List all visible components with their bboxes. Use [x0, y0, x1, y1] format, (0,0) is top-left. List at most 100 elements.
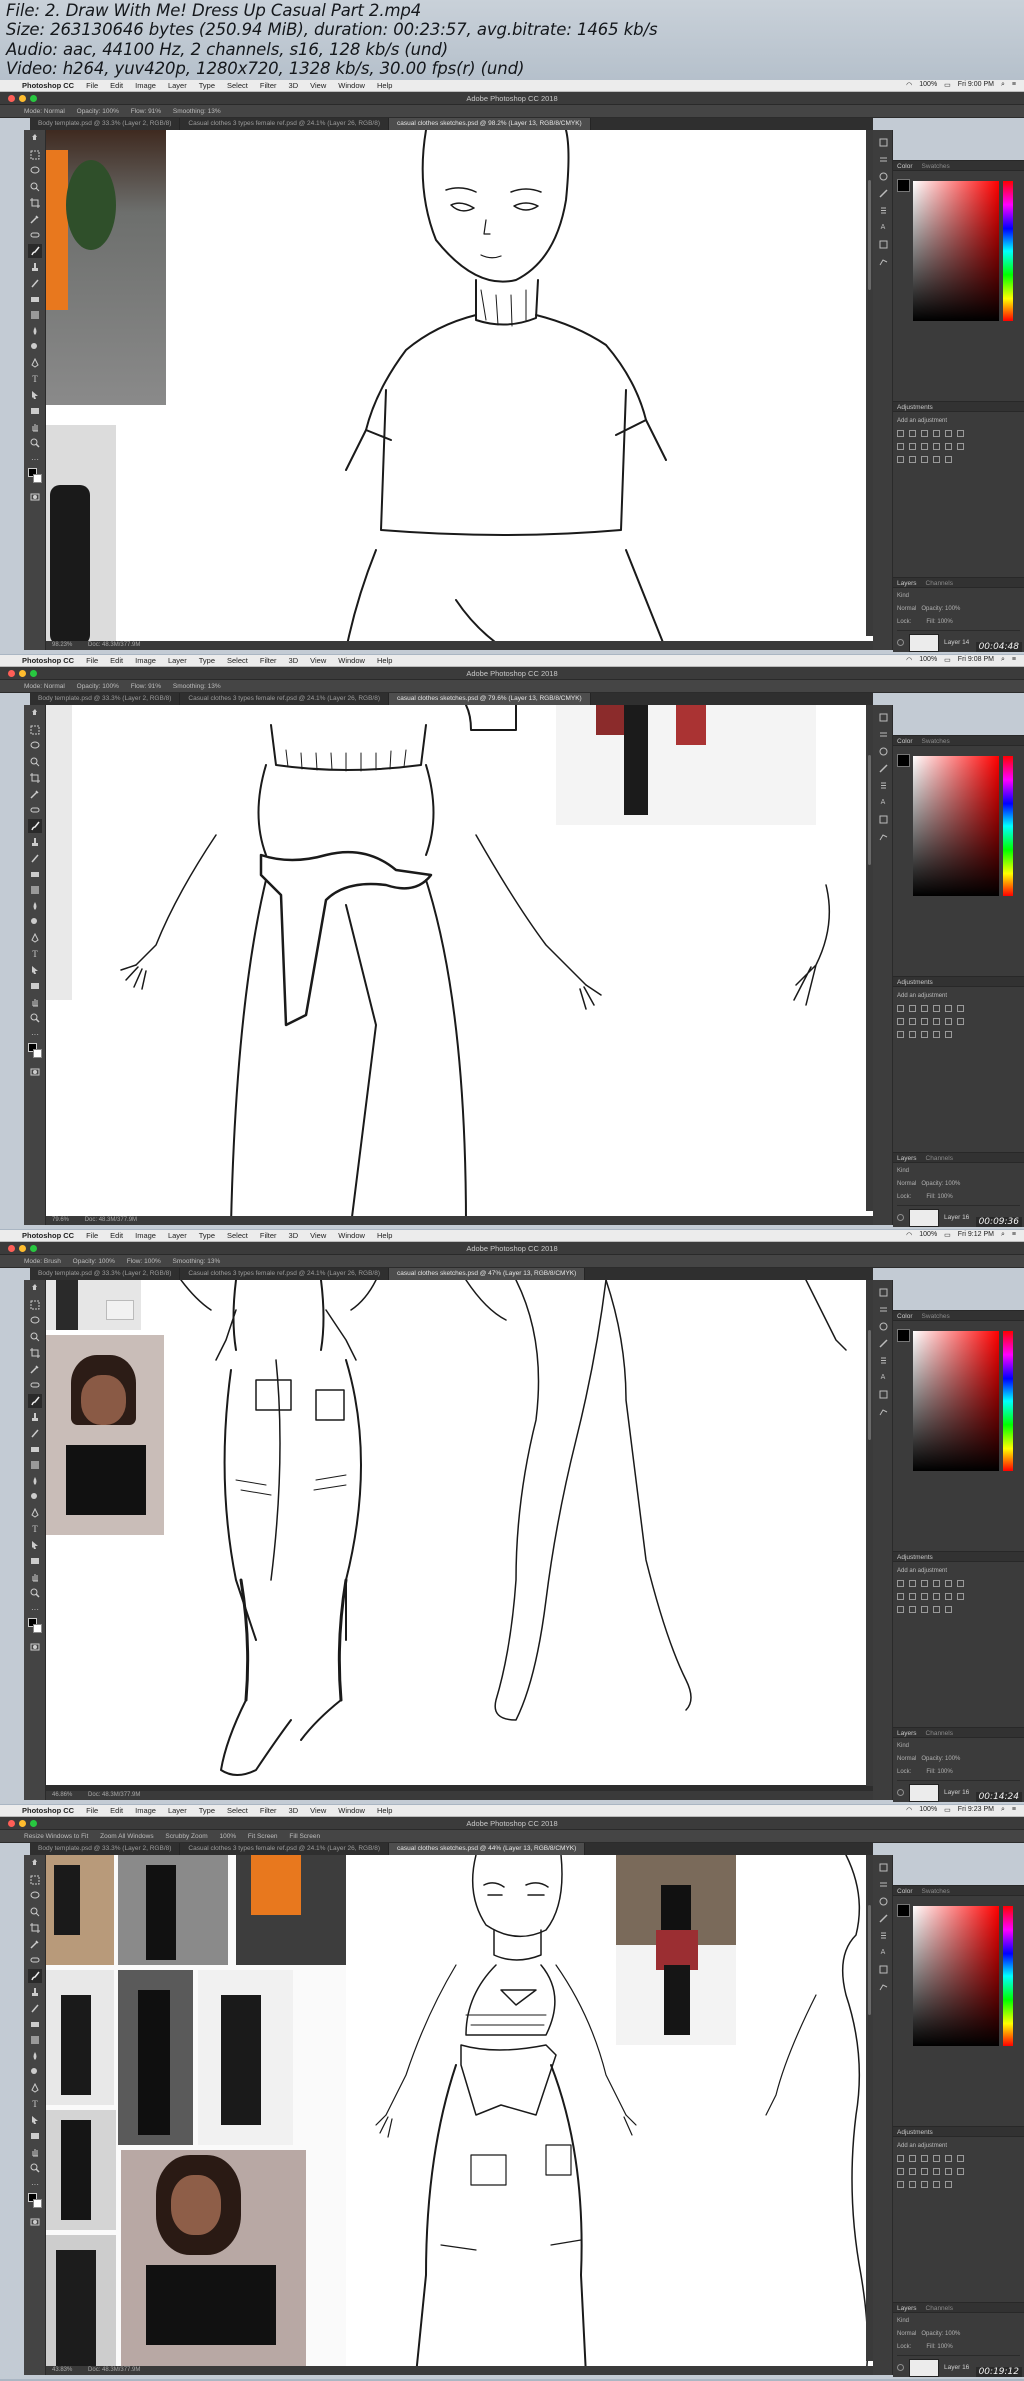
- pen-tool-icon[interactable]: [28, 931, 42, 945]
- menu-item[interactable]: Layer: [168, 1231, 187, 1240]
- hand-tool-icon[interactable]: [28, 420, 42, 434]
- gradient-map-icon[interactable]: [933, 2181, 940, 2188]
- tab-swatches[interactable]: Swatches: [922, 1311, 950, 1320]
- healing-tool-icon[interactable]: [28, 1378, 42, 1392]
- menu-item[interactable]: Select: [227, 1806, 248, 1815]
- color-balance-icon[interactable]: [909, 1593, 916, 1600]
- selective-color-icon[interactable]: [945, 1031, 952, 1038]
- color-field[interactable]: [913, 1331, 999, 1471]
- stamp-tool-icon[interactable]: [28, 1985, 42, 1999]
- layer-kind-filter[interactable]: Kind: [897, 1168, 909, 1174]
- triangle-icon[interactable]: [957, 430, 964, 437]
- blend-mode-select[interactable]: Normal: [897, 2331, 916, 2337]
- levels-icon[interactable]: [909, 1580, 916, 1587]
- color-balance-icon[interactable]: [909, 443, 916, 450]
- path-select-tool-icon[interactable]: [28, 1538, 42, 1552]
- brush-settings-icon[interactable]: [878, 188, 888, 198]
- triangle-icon[interactable]: [957, 1005, 964, 1012]
- layer-filter-row[interactable]: Kind: [897, 2316, 1020, 2326]
- document-tab[interactable]: Casual clothes 3 types female ref.psd @ …: [180, 1268, 390, 1280]
- marquee-tool-icon[interactable]: [28, 1298, 42, 1312]
- menu-item[interactable]: Layer: [168, 81, 187, 90]
- vertical-scrollbar[interactable]: [866, 1855, 873, 2361]
- vibrance-icon[interactable]: [945, 1005, 952, 1012]
- document-tab-active[interactable]: casual clothes sketches.psd @ 47% (Layer…: [389, 1268, 586, 1280]
- menu-item[interactable]: 3D: [289, 1231, 299, 1240]
- battery-icon[interactable]: ▭: [944, 1231, 951, 1239]
- drawing-canvas[interactable]: [46, 1280, 873, 1785]
- brush-settings-icon[interactable]: [878, 1338, 888, 1348]
- menu-item[interactable]: Select: [227, 81, 248, 90]
- quick-mask-icon[interactable]: [28, 2215, 42, 2229]
- layer-name[interactable]: Layer 16: [944, 1214, 969, 1221]
- close-window-icon[interactable]: [8, 1820, 15, 1827]
- channel-mixer-icon[interactable]: [945, 443, 952, 450]
- paragraph-panel-icon[interactable]: [878, 1355, 888, 1365]
- option-item[interactable]: Mode: Brush: [24, 1258, 61, 1265]
- tab-channels[interactable]: Channels: [926, 1153, 953, 1162]
- option-item[interactable]: Smoothing: 13%: [173, 1258, 221, 1265]
- paragraph-panel-icon[interactable]: [878, 1930, 888, 1940]
- menu-list-icon[interactable]: ≡: [1012, 81, 1016, 89]
- gradient-map-icon[interactable]: [933, 1606, 940, 1613]
- vertical-scrollbar[interactable]: [866, 705, 873, 1211]
- search-icon[interactable]: ⌕: [1001, 656, 1005, 664]
- option-item[interactable]: Flow: 91%: [131, 108, 161, 115]
- properties-panel-icon[interactable]: [878, 1879, 888, 1889]
- zoom-tool-icon[interactable]: [28, 1011, 42, 1025]
- posterize-icon[interactable]: [909, 456, 916, 463]
- layer-filter-row[interactable]: Kind: [897, 1166, 1020, 1176]
- minimize-window-icon[interactable]: [19, 1245, 26, 1252]
- triangle-icon[interactable]: [957, 2155, 964, 2162]
- shape-tool-icon[interactable]: [28, 404, 42, 418]
- option-item[interactable]: Resize Windows to Fit: [24, 1833, 88, 1840]
- tab-layers[interactable]: Layers: [897, 578, 917, 587]
- fill-field[interactable]: Fill: 100%: [926, 619, 952, 625]
- more-tools-icon[interactable]: ···: [28, 452, 42, 466]
- info-panel-icon[interactable]: [878, 171, 888, 181]
- menu-item[interactable]: Window: [338, 1231, 365, 1240]
- tool-presets-icon[interactable]: [878, 1981, 888, 1991]
- menu-item[interactable]: Edit: [110, 656, 123, 665]
- menu-list-icon[interactable]: ≡: [1012, 1231, 1016, 1239]
- zoom-window-icon[interactable]: [30, 670, 37, 677]
- document-tab-active[interactable]: casual clothes sketches.psd @ 98.2% (Lay…: [389, 118, 591, 130]
- eyedropper-tool-icon[interactable]: [28, 1362, 42, 1376]
- hue-sat-icon[interactable]: [897, 2168, 904, 2175]
- tab-layers[interactable]: Layers: [897, 1153, 917, 1162]
- healing-tool-icon[interactable]: [28, 1953, 42, 1967]
- foreground-color-swatch[interactable]: [897, 1329, 910, 1342]
- menu-app-name[interactable]: Photoshop CC: [22, 1231, 74, 1240]
- document-tab-active[interactable]: casual clothes sketches.psd @ 79.6% (Lay…: [389, 693, 591, 705]
- blur-tool-icon[interactable]: [28, 2049, 42, 2063]
- menu-item[interactable]: Window: [338, 1806, 365, 1815]
- menu-item[interactable]: View: [310, 81, 326, 90]
- lasso-tool-icon[interactable]: [28, 1314, 42, 1328]
- clock[interactable]: Fri 9:00 PM: [958, 81, 994, 89]
- invert-icon[interactable]: [897, 2181, 904, 2188]
- move-tool-icon[interactable]: [28, 132, 42, 146]
- wifi-icon[interactable]: ◠: [906, 1231, 912, 1239]
- tool-presets-icon[interactable]: [878, 831, 888, 841]
- crop-tool-icon[interactable]: [28, 1346, 42, 1360]
- glyph-panel-icon[interactable]: [878, 1389, 888, 1399]
- lookup-icon[interactable]: [957, 1018, 964, 1025]
- scroll-thumb[interactable]: [868, 755, 871, 865]
- levels-icon[interactable]: [909, 430, 916, 437]
- menu-app-name[interactable]: Photoshop CC: [22, 81, 74, 90]
- move-tool-icon[interactable]: [28, 1857, 42, 1871]
- option-item[interactable]: 100%: [219, 1833, 236, 1840]
- menu-item[interactable]: Image: [135, 81, 156, 90]
- layer-filter-row[interactable]: Kind: [897, 591, 1020, 601]
- search-icon[interactable]: ⌕: [1001, 81, 1005, 89]
- quick-select-tool-icon[interactable]: [28, 1330, 42, 1344]
- eyedropper-tool-icon[interactable]: [28, 212, 42, 226]
- hue-slider[interactable]: [1003, 181, 1013, 321]
- scroll-thumb[interactable]: [868, 1330, 871, 1440]
- tab-adjustments[interactable]: Adjustments: [897, 977, 933, 986]
- document-tab[interactable]: Casual clothes 3 types female ref.psd @ …: [180, 118, 390, 130]
- color-balance-icon[interactable]: [909, 1018, 916, 1025]
- crop-tool-icon[interactable]: [28, 771, 42, 785]
- brush-tool-icon[interactable]: [28, 1394, 42, 1408]
- vertical-scrollbar[interactable]: [866, 130, 873, 636]
